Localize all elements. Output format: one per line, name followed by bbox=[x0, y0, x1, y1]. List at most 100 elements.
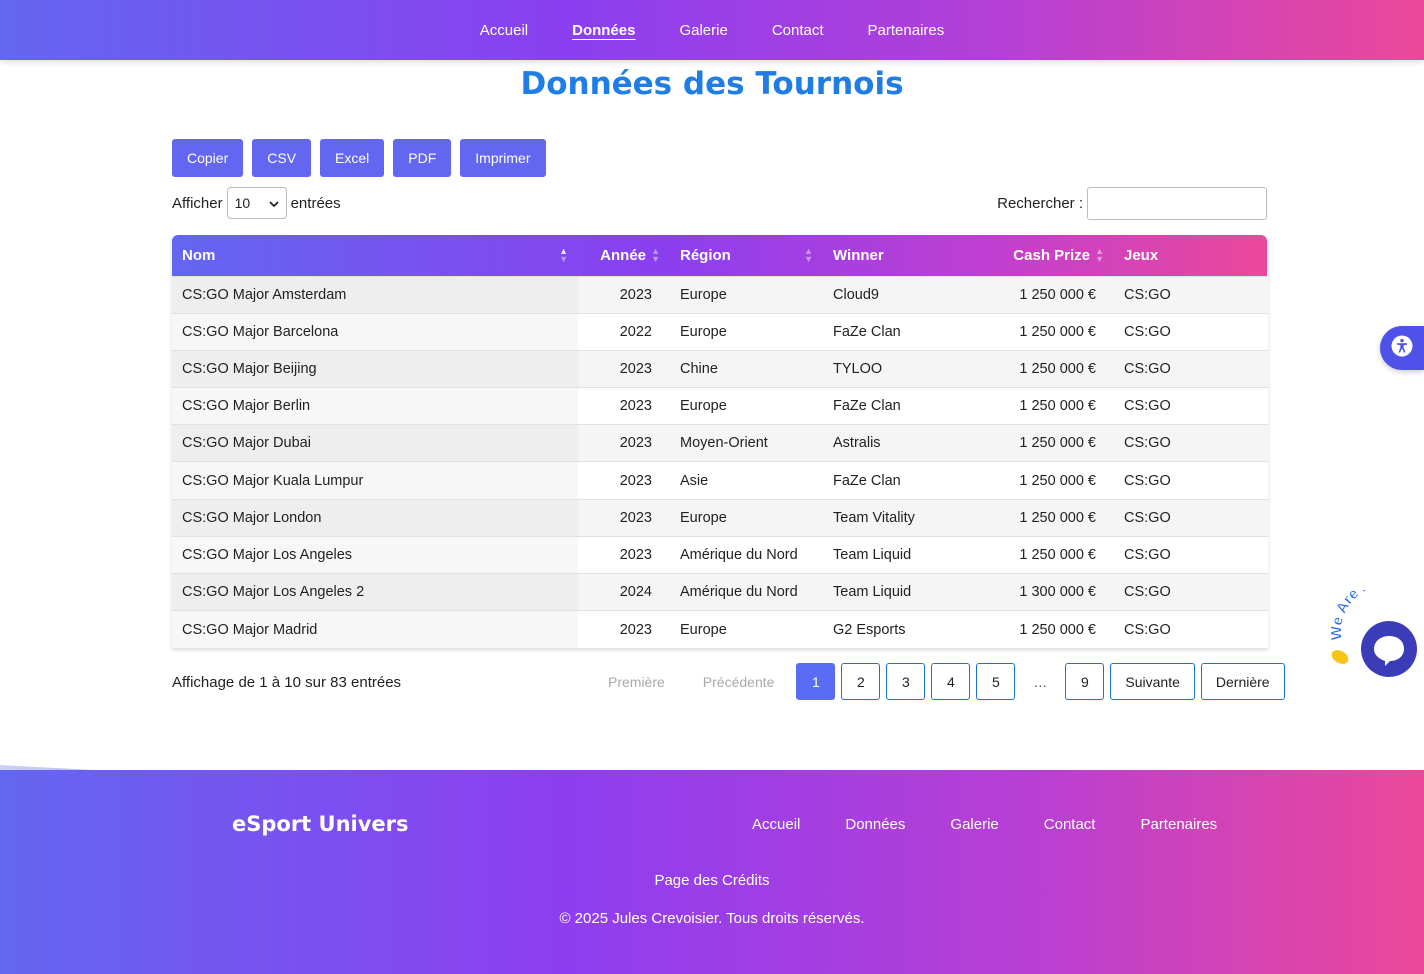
length-label-after: entrées bbox=[290, 194, 341, 212]
csv-button[interactable]: CSV bbox=[252, 139, 312, 177]
cell-jeux: CS:GO bbox=[1114, 461, 1268, 500]
tournaments-table: Nom ▲ ▼ Année ▲ ▼ Région ▲ ▼ Winner Cash Prize… bbox=[172, 235, 1268, 648]
cell-nom: CS:GO Major Madrid bbox=[172, 610, 578, 648]
cell-cash-prize: 1 250 000 € bbox=[990, 424, 1114, 462]
table-row: CS:GO Major Berlin 2023 Europe FaZe Clan 1 2… bbox=[172, 387, 1268, 425]
cell-winner: Team Liquid bbox=[823, 572, 990, 611]
cell-jeux: CS:GO bbox=[1114, 424, 1268, 462]
cell-annee: 2023 bbox=[578, 498, 670, 537]
page-title: Données des Tournois bbox=[520, 66, 904, 102]
pagination-last[interactable]: Dernière bbox=[1200, 663, 1285, 700]
cell-winner: TYLOO bbox=[823, 349, 990, 388]
cell-annee: 2023 bbox=[578, 610, 670, 648]
cell-nom: CS:GO Major Dubai bbox=[172, 424, 578, 462]
nav-link-galerie[interactable]: Galerie bbox=[679, 22, 727, 39]
sort-icon: ▲ ▼ bbox=[559, 246, 568, 264]
cell-winner: Cloud9 bbox=[823, 275, 990, 314]
cell-winner: FaZe Clan bbox=[823, 312, 990, 351]
nav-link-contact[interactable]: Contact bbox=[772, 22, 824, 39]
entries-per-page-value: 10 bbox=[234, 195, 251, 211]
cell-winner: FaZe Clan bbox=[823, 387, 990, 425]
footer-link-contact[interactable]: Contact bbox=[1044, 816, 1096, 833]
column-header-label: Année bbox=[600, 246, 646, 264]
pagination-page-3[interactable]: 3 bbox=[886, 663, 926, 700]
length-label-before: Afficher bbox=[172, 194, 223, 212]
table-row: CS:GO Major London 2023 Europe Team Vitalit… bbox=[172, 498, 1268, 537]
excel-button[interactable]: Excel bbox=[320, 139, 385, 177]
entries-length-control: Afficher 10 entrées bbox=[172, 187, 341, 219]
pagination-page-1[interactable]: 1 bbox=[796, 663, 836, 700]
site-footer: eSport Univers Accueil Données Galerie C… bbox=[0, 770, 1424, 974]
column-header-nom[interactable]: Nom ▲ ▼ bbox=[172, 235, 578, 276]
cell-region: Europe bbox=[670, 275, 823, 314]
cell-nom: CS:GO Major Amsterdam bbox=[172, 275, 578, 314]
column-header-annee[interactable]: Année ▲ ▼ bbox=[578, 235, 670, 276]
footer-link-donnees[interactable]: Données bbox=[845, 816, 905, 833]
cell-annee: 2023 bbox=[578, 349, 670, 388]
print-button[interactable]: Imprimer bbox=[460, 139, 546, 177]
column-header-label: Jeux bbox=[1124, 246, 1159, 264]
cell-annee: 2023 bbox=[578, 275, 670, 314]
footer-brand[interactable]: eSport Univers bbox=[232, 812, 409, 836]
pagination-page-4[interactable]: 4 bbox=[931, 663, 971, 700]
cell-cash-prize: 1 250 000 € bbox=[990, 349, 1114, 388]
column-header-cash-prize[interactable]: Cash Prize ▲ ▼ bbox=[990, 235, 1114, 276]
cell-nom: CS:GO Major London bbox=[172, 498, 578, 537]
column-header-winner[interactable]: Winner bbox=[823, 235, 990, 276]
nav-link-accueil[interactable]: Accueil bbox=[480, 22, 528, 39]
cell-annee: 2023 bbox=[578, 424, 670, 462]
pagination-page-2[interactable]: 2 bbox=[841, 663, 881, 700]
search-input[interactable] bbox=[1087, 187, 1267, 220]
table-row: CS:GO Major Barcelona 2022 Europe FaZe Clan… bbox=[172, 312, 1268, 351]
table-row: CS:GO Major Los Angeles 2023 Amérique du N… bbox=[172, 535, 1268, 574]
cell-jeux: CS:GO bbox=[1114, 312, 1268, 351]
cell-region: Asie bbox=[670, 461, 823, 500]
sort-icon: ▲ ▼ bbox=[804, 246, 813, 264]
cell-nom: CS:GO Major Kuala Lumpur bbox=[172, 461, 578, 500]
table-row: CS:GO Major Amsterdam 2023 Europe Cloud9 1 2… bbox=[172, 275, 1268, 314]
pagination-page-5[interactable]: 5 bbox=[976, 663, 1016, 700]
footer-copyright: © 2025 Jules Crevoisier. Tous droits rés… bbox=[559, 910, 865, 927]
pdf-button[interactable]: PDF bbox=[393, 139, 452, 177]
nav-link-partenaires[interactable]: Partenaires bbox=[868, 22, 945, 39]
nav-link-donnees[interactable]: Données bbox=[572, 22, 635, 39]
chat-widget[interactable]: We Are Here bbox=[1328, 572, 1424, 680]
cell-annee: 2023 bbox=[578, 535, 670, 574]
pagination-page-last[interactable]: 9 bbox=[1065, 663, 1105, 700]
cell-jeux: CS:GO bbox=[1114, 535, 1268, 574]
cell-cash-prize: 1 250 000 € bbox=[990, 275, 1114, 314]
cell-nom: CS:GO Major Beijing bbox=[172, 349, 578, 388]
column-header-region[interactable]: Région ▲ ▼ bbox=[670, 235, 823, 276]
cell-annee: 2023 bbox=[578, 387, 670, 425]
search-label: Rechercher : bbox=[997, 195, 1083, 212]
accessibility-button[interactable] bbox=[1380, 326, 1424, 370]
footer-credits-link[interactable]: Page des Crédits bbox=[0, 872, 1424, 889]
footer-link-accueil[interactable]: Accueil bbox=[752, 816, 800, 833]
cell-nom: CS:GO Major Barcelona bbox=[172, 312, 578, 351]
cell-cash-prize: 1 250 000 € bbox=[990, 610, 1114, 648]
waving-hand-icon bbox=[1331, 650, 1349, 664]
column-header-label: Région bbox=[680, 246, 731, 264]
cell-cash-prize: 1 250 000 € bbox=[990, 312, 1114, 351]
entries-per-page-select[interactable]: 10 bbox=[226, 187, 287, 219]
cell-jeux: CS:GO bbox=[1114, 387, 1268, 425]
footer-link-galerie[interactable]: Galerie bbox=[950, 816, 998, 833]
table-row: CS:GO Major Madrid 2023 Europe G2 Esports 1 … bbox=[172, 610, 1268, 648]
cell-jeux: CS:GO bbox=[1114, 275, 1268, 314]
copy-button[interactable]: Copier bbox=[172, 139, 244, 177]
cell-winner: G2 Esports bbox=[823, 610, 990, 648]
cell-cash-prize: 1 250 000 € bbox=[990, 461, 1114, 500]
chevron-down-icon bbox=[268, 195, 279, 211]
pagination-next[interactable]: Suivante bbox=[1110, 663, 1195, 700]
cell-cash-prize: 1 250 000 € bbox=[990, 535, 1114, 574]
table-search: Rechercher : bbox=[997, 187, 1267, 220]
accessibility-icon bbox=[1390, 334, 1414, 363]
cell-jeux: CS:GO bbox=[1114, 610, 1268, 648]
footer-link-partenaires[interactable]: Partenaires bbox=[1140, 816, 1217, 833]
pagination-previous: Précédente bbox=[686, 663, 791, 700]
export-buttons: Copier CSV Excel PDF Imprimer bbox=[172, 139, 546, 177]
pagination: Première Précédente 1 2 3 4 5 … 9 Suivan… bbox=[592, 663, 1285, 700]
sort-icon: ▲ ▼ bbox=[651, 246, 660, 264]
cell-region: Europe bbox=[670, 387, 823, 425]
column-header-jeux[interactable]: Jeux bbox=[1114, 235, 1268, 276]
